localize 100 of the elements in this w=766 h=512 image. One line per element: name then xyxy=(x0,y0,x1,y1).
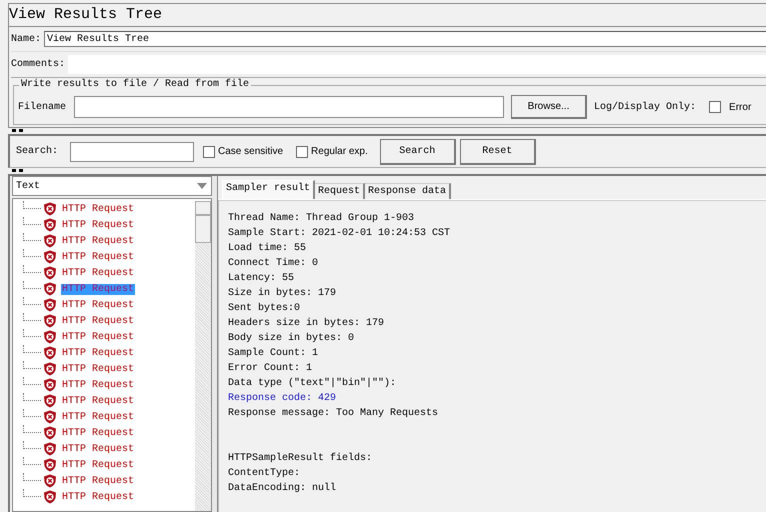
tree-connector xyxy=(23,393,41,401)
result-line: Thread Name: Thread Group 1-903 xyxy=(228,212,416,226)
search-button[interactable]: Search xyxy=(380,138,456,164)
tree-item[interactable]: HTTP Request xyxy=(61,444,136,454)
tree-connector xyxy=(23,265,41,273)
scrollbar[interactable] xyxy=(195,201,211,511)
field-label: Comments: xyxy=(11,59,66,70)
error-shield-icon xyxy=(43,458,57,472)
browse-button[interactable]: Browse... xyxy=(511,95,588,119)
tree-connector xyxy=(23,425,41,433)
splitter-handle[interactable] xyxy=(10,168,24,174)
error-shield-icon xyxy=(43,490,57,504)
result-line: ContentType: xyxy=(228,467,302,481)
splitter-handle[interactable] xyxy=(212,176,218,512)
tab[interactable]: Response data xyxy=(365,183,452,199)
error-shield-icon xyxy=(43,298,57,312)
result-line: Response message: Too Many Requests xyxy=(228,407,440,421)
checkbox-label[interactable]: Error xyxy=(729,102,752,112)
result-line: Size in bytes: 179 xyxy=(228,286,338,301)
scroll-thumb[interactable] xyxy=(195,215,211,243)
error-shield-icon xyxy=(43,282,57,296)
tree-item[interactable]: HTTP Request xyxy=(61,300,136,310)
error-shield-icon xyxy=(43,314,57,328)
tree-item[interactable]: HTTP Request xyxy=(61,236,136,246)
panel-title: View Results Tree xyxy=(9,6,162,23)
checkbox[interactable] xyxy=(709,101,722,113)
tab[interactable]: Sampler result xyxy=(222,180,316,199)
tree-item[interactable]: HTTP Request xyxy=(61,364,136,374)
error-shield-icon xyxy=(43,362,57,376)
tree-item[interactable]: HTTP Request xyxy=(61,268,136,278)
scroll-up-icon[interactable] xyxy=(195,201,211,215)
tree-connector xyxy=(23,409,41,417)
tree-item[interactable]: HTTP Request xyxy=(61,492,136,502)
search-button[interactable]: Reset xyxy=(460,138,536,164)
result-line: HTTPSampleResult fields: xyxy=(228,452,374,466)
result-line: Error Count: 1 xyxy=(228,362,314,376)
tree-item[interactable]: HTTP Request xyxy=(61,348,136,358)
field-label: Filename xyxy=(18,102,66,112)
tree-connector xyxy=(23,217,41,225)
checkbox[interactable] xyxy=(203,146,216,158)
error-shield-icon xyxy=(43,378,57,392)
tree-item[interactable]: HTTP Request xyxy=(61,380,136,390)
tree-item[interactable]: HTTP Request xyxy=(61,220,136,230)
error-shield-icon xyxy=(43,330,57,344)
tree-item[interactable]: HTTP Request xyxy=(61,396,136,406)
checkbox-label[interactable]: Case sensitive xyxy=(218,146,284,157)
field-label: Search: xyxy=(16,146,58,157)
error-shield-icon xyxy=(43,218,57,232)
tree-item[interactable]: HTTP Request xyxy=(61,412,136,422)
field-label: Log/Display Only: xyxy=(594,102,696,112)
tree-item[interactable]: HTTP Request xyxy=(61,204,136,214)
error-shield-icon xyxy=(43,346,57,360)
result-line: Body size in bytes: 0 xyxy=(228,332,356,346)
filename-field[interactable] xyxy=(74,96,504,118)
tree-connector xyxy=(23,361,41,369)
tree-connector xyxy=(23,281,41,289)
error-shield-icon xyxy=(43,474,57,488)
result-line: Response code: 429 xyxy=(228,392,338,406)
error-shield-icon xyxy=(43,442,57,456)
tree-connector xyxy=(23,233,41,241)
tree-connector xyxy=(23,329,41,337)
tree-item[interactable]: HTTP Request xyxy=(61,476,136,486)
result-line: Latency: 55 xyxy=(228,272,296,286)
result-line: Headers size in bytes: 179 xyxy=(228,316,386,331)
field-label: Name: xyxy=(11,34,42,44)
search-field[interactable] xyxy=(70,142,194,162)
checkbox[interactable] xyxy=(296,146,308,158)
tree-connector xyxy=(23,489,41,497)
splitter-handle[interactable] xyxy=(10,128,24,134)
error-shield-icon xyxy=(43,426,57,440)
error-shield-icon xyxy=(43,394,57,408)
tree-connector xyxy=(23,457,41,465)
error-shield-icon xyxy=(43,202,57,216)
tree-item[interactable]: HTTP Request xyxy=(61,252,136,262)
tab[interactable]: Request xyxy=(315,183,366,199)
name-field[interactable]: View Results Tree xyxy=(44,31,766,47)
tree-connector xyxy=(23,297,41,305)
checkbox-label[interactable]: Regular exp. xyxy=(311,146,368,157)
error-shield-icon xyxy=(43,266,57,280)
result-line: Load time: 55 xyxy=(228,242,308,256)
result-line: DataEncoding: null xyxy=(228,482,338,496)
error-shield-icon xyxy=(43,250,57,264)
tree-item[interactable]: HTTP Request xyxy=(61,316,136,326)
renderer-dropdown[interactable]: Text xyxy=(12,176,212,196)
tree-connector xyxy=(23,473,41,481)
tree-item[interactable]: HTTP Request xyxy=(61,428,136,438)
error-shield-icon xyxy=(43,234,57,248)
tree-connector xyxy=(23,345,41,353)
result-line: Sample Count: 1 xyxy=(228,346,320,361)
tree-item[interactable]: HTTP Request xyxy=(61,460,136,470)
tree-item[interactable]: HTTP Request xyxy=(61,332,136,342)
result-line: Sent bytes:0 xyxy=(228,302,302,316)
tree-connector xyxy=(23,201,41,209)
tree-connector xyxy=(23,441,41,449)
tree-connector xyxy=(23,313,41,321)
error-shield-icon xyxy=(43,410,57,424)
result-line: Sample Start: 2021-02-01 10:24:53 CST xyxy=(228,226,452,241)
tree-connector xyxy=(23,377,41,385)
result-line: Connect Time: 0 xyxy=(228,256,320,271)
result-line: Data type ("text"|"bin"|""): xyxy=(228,376,398,391)
